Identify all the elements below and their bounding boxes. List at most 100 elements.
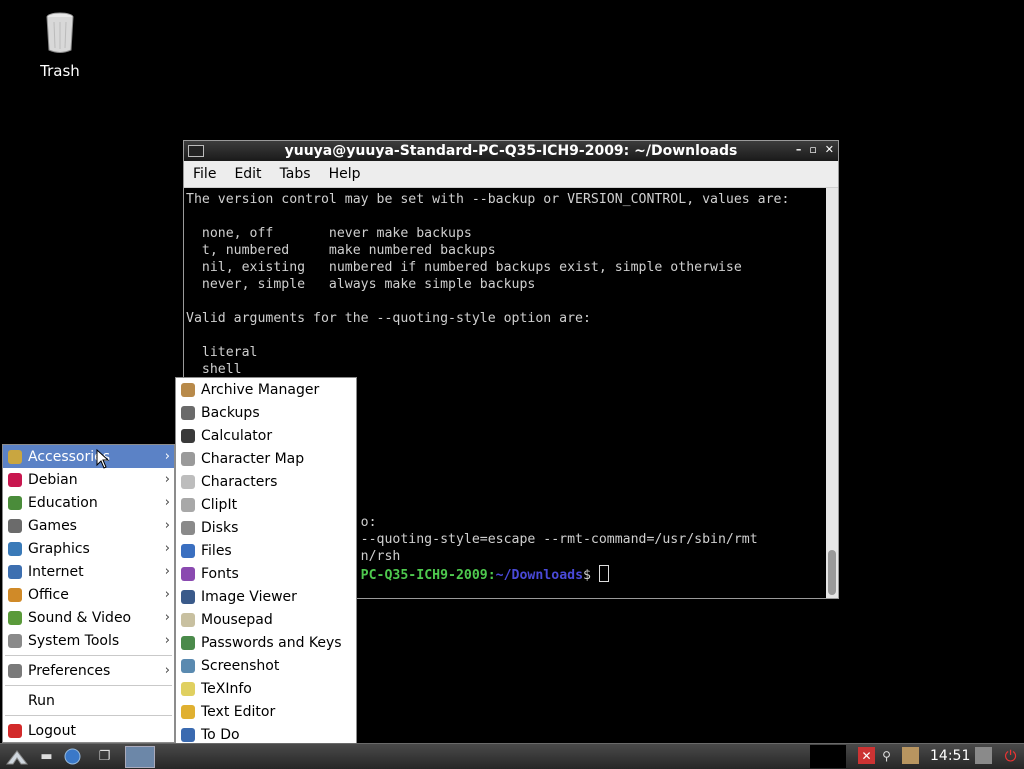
screen-lock-icon[interactable]: [975, 747, 992, 764]
menu-item-education[interactable]: Education ›: [3, 491, 174, 514]
windows-icon: ❐: [98, 749, 111, 764]
prompt-path: ~/Downloads: [495, 568, 584, 583]
menu-item-label: Files: [201, 542, 232, 559]
text-cursor: [598, 565, 609, 582]
maximize-button[interactable]: ▫: [809, 143, 816, 156]
menu-item-disks[interactable]: Disks: [176, 516, 356, 539]
menu-item-label: Mousepad: [201, 611, 273, 628]
menu-item-system-tools[interactable]: System Tools ›: [3, 629, 174, 652]
menu-item-calculator[interactable]: Calculator: [176, 424, 356, 447]
menu-item-archive-manager[interactable]: Archive Manager: [176, 378, 356, 401]
trash-icon: [46, 12, 74, 53]
menu-separator: [5, 655, 172, 656]
terminal-titlebar[interactable]: yuuya@yuuya-Standard-PC-Q35-ICH9-2009: ~…: [184, 141, 838, 161]
texinfo-icon: [181, 681, 195, 696]
menu-item-label: Image Viewer: [201, 588, 297, 605]
character-map-icon: [181, 451, 195, 466]
terminal-task-button[interactable]: [125, 746, 155, 768]
menu-item-logout[interactable]: Logout: [3, 719, 174, 742]
menu-edit[interactable]: Edit: [225, 166, 270, 182]
menu-item-debian[interactable]: Debian ›: [3, 468, 174, 491]
menu-item-characters[interactable]: Characters: [176, 470, 356, 493]
terminal-scrollbar[interactable]: [826, 188, 838, 598]
screenshot-icon: [181, 658, 195, 673]
menu-item-label: To Do: [201, 726, 240, 743]
menu-help[interactable]: Help: [320, 166, 370, 182]
menu-item-label: Run: [28, 692, 55, 709]
menu-tabs[interactable]: Tabs: [271, 166, 320, 182]
menu-item-label: Archive Manager: [201, 381, 320, 398]
trash-desktop-icon[interactable]: Trash: [28, 12, 92, 80]
menu-item-label: Preferences: [28, 662, 111, 679]
menu-item-screenshot[interactable]: Screenshot: [176, 654, 356, 677]
tray-blank-area: [810, 745, 846, 768]
clipboard-icon[interactable]: [902, 747, 919, 764]
menu-item-label: Passwords and Keys: [201, 634, 342, 651]
games-icon: [8, 518, 22, 533]
characters-icon: [181, 474, 195, 489]
chevron-right-icon: ›: [164, 663, 170, 678]
menu-item-label: Internet: [28, 563, 84, 580]
menu-item-clipit[interactable]: ClipIt: [176, 493, 356, 516]
scrollbar-thumb[interactable]: [828, 550, 836, 595]
network-disconnected-icon[interactable]: ✕: [858, 747, 875, 764]
menu-item-text-editor[interactable]: Text Editor: [176, 700, 356, 723]
menu-item-preferences[interactable]: Preferences ›: [3, 659, 174, 682]
menu-item-texinfo[interactable]: TeXInfo: [176, 677, 356, 700]
accessories-submenu: Archive Manager Backups Calculator Characte…: [175, 377, 357, 768]
terminal-line: Valid arguments for the --quoting-style …: [186, 311, 591, 326]
close-button[interactable]: ✕: [825, 143, 834, 156]
education-icon: [8, 495, 22, 510]
menu-item-passwords-and-keys[interactable]: Passwords and Keys: [176, 631, 356, 654]
system-tools-icon: [8, 633, 22, 648]
menu-item-label: Games: [28, 517, 77, 534]
menu-item-sound-video[interactable]: Sound & Video ›: [3, 606, 174, 629]
terminal-line: none, off never make backups: [186, 226, 472, 241]
prompt-symbol: $: [583, 568, 591, 583]
file-manager-launcher[interactable]: ▬: [36, 747, 57, 766]
chevron-right-icon: ›: [164, 587, 170, 602]
menu-item-run[interactable]: Run: [3, 689, 174, 712]
menu-item-label: ClipIt: [201, 496, 238, 513]
globe-icon: [64, 748, 81, 765]
clock[interactable]: 14:51: [930, 748, 970, 764]
start-menu-button[interactable]: [4, 747, 30, 766]
menu-item-office[interactable]: Office ›: [3, 583, 174, 606]
chevron-right-icon: ›: [164, 564, 170, 579]
menu-item-label: Character Map: [201, 450, 305, 467]
terminal-line: nil, existing numbered if numbered backu…: [186, 260, 742, 275]
minimize-button[interactable]: –: [796, 143, 802, 156]
trash-label: Trash: [40, 62, 80, 80]
menu-item-accessories[interactable]: Accessories ›: [3, 445, 174, 468]
office-icon: [8, 587, 22, 602]
calculator-icon: [181, 428, 195, 443]
taskbar: ▬ ❐ ✕ ⚲ 14:51 ⏻: [0, 743, 1024, 769]
browser-launcher[interactable]: [62, 747, 83, 766]
menu-item-character-map[interactable]: Character Map: [176, 447, 356, 470]
disks-icon: [181, 520, 195, 535]
menu-item-fonts[interactable]: Fonts: [176, 562, 356, 585]
window-switcher-launcher[interactable]: ❐: [94, 747, 115, 766]
chevron-right-icon: ›: [164, 472, 170, 487]
menu-item-label: Office: [28, 586, 69, 603]
menu-item-image-viewer[interactable]: Image Viewer: [176, 585, 356, 608]
magnifier-icon[interactable]: ⚲: [878, 747, 895, 764]
menu-file[interactable]: File: [184, 166, 225, 182]
passwords-keys-icon: [181, 635, 195, 650]
menu-item-mousepad[interactable]: Mousepad: [176, 608, 356, 631]
menu-item-files[interactable]: Files: [176, 539, 356, 562]
todo-icon: [181, 727, 195, 742]
fonts-icon: [181, 566, 195, 581]
files-icon: [181, 543, 195, 558]
menu-item-graphics[interactable]: Graphics ›: [3, 537, 174, 560]
power-icon[interactable]: ⏻: [1002, 747, 1019, 765]
menu-separator: [5, 715, 172, 716]
menu-item-internet[interactable]: Internet ›: [3, 560, 174, 583]
sound-video-icon: [8, 610, 22, 625]
text-editor-icon: [181, 704, 195, 719]
menu-item-backups[interactable]: Backups: [176, 401, 356, 424]
menu-item-label: Graphics: [28, 540, 90, 557]
menu-item-games[interactable]: Games ›: [3, 514, 174, 537]
